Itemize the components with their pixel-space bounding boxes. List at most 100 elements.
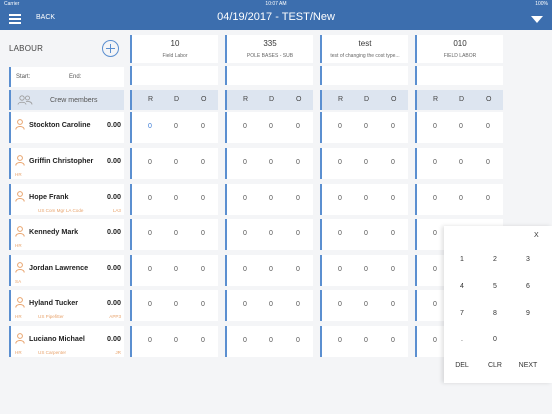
key-2[interactable]: 2 [483, 256, 507, 263]
hours-value[interactable]: 0 [391, 195, 395, 202]
hours-value[interactable]: 0 [433, 230, 437, 237]
hours-value[interactable]: 0 [174, 337, 178, 344]
hours-value[interactable]: 0 [433, 266, 437, 273]
hours-value[interactable]: 0 [338, 195, 342, 202]
hours-value[interactable]: 0 [364, 123, 368, 130]
close-keypad-button[interactable]: X [534, 232, 539, 239]
cost-code-card[interactable]: 10 Field Labor [130, 35, 218, 63]
hours-value[interactable]: 0 [243, 159, 247, 166]
key-9[interactable]: 9 [516, 310, 540, 317]
key-6[interactable]: 6 [516, 283, 540, 290]
hours-value[interactable]: 0 [459, 159, 463, 166]
hours-value[interactable]: 0 [148, 337, 152, 344]
hours-value[interactable]: 0 [338, 337, 342, 344]
hours-value[interactable]: 0 [338, 123, 342, 130]
hours-value[interactable]: 0 [459, 123, 463, 130]
date-range-field[interactable]: Start: End: [9, 67, 124, 87]
hours-value[interactable]: 0 [269, 123, 273, 130]
key-0[interactable]: 0 [483, 336, 507, 343]
crew-member-row[interactable]: Hope Frank 0.00 US Com Mgr LA Code LA3 [9, 184, 124, 215]
key-4[interactable]: 4 [450, 283, 474, 290]
hours-value[interactable]: 0 [243, 301, 247, 308]
cost-code-card[interactable]: 335 POLE BASES - SUB [225, 35, 313, 63]
hours-value[interactable]: 0 [391, 159, 395, 166]
hours-value[interactable]: 0 [269, 230, 273, 237]
crew-member-row[interactable]: Griffin Christopher 0.00 HR [9, 148, 124, 179]
add-crew-member-button[interactable] [102, 40, 119, 57]
hours-value[interactable]: 0 [486, 123, 490, 130]
hours-value[interactable]: 0 [269, 159, 273, 166]
hours-value[interactable]: 0 [174, 195, 178, 202]
hours-value[interactable]: 0 [338, 230, 342, 237]
hours-value[interactable]: 0 [269, 301, 273, 308]
hours-value[interactable]: 0 [364, 159, 368, 166]
hours-value[interactable]: 0 [338, 301, 342, 308]
next-key[interactable]: NEXT [516, 362, 540, 369]
key-7[interactable]: 7 [450, 310, 474, 317]
hours-value[interactable]: 0 [486, 195, 490, 202]
hours-value[interactable]: 0 [296, 337, 300, 344]
crew-member-row[interactable]: Stockton Caroline 0.00 [9, 112, 124, 143]
crew-member-row[interactable]: Kennedy Mark 0.00 HR [9, 219, 124, 250]
hours-value[interactable]: 0 [296, 301, 300, 308]
hours-value[interactable]: 0 [364, 337, 368, 344]
hours-value[interactable]: 0 [391, 301, 395, 308]
key-3[interactable]: 3 [516, 256, 540, 263]
hours-value[interactable]: 0 [148, 195, 152, 202]
hours-value[interactable]: 0 [243, 266, 247, 273]
hours-value[interactable]: 0 [433, 123, 437, 130]
hours-value[interactable]: 0 [269, 337, 273, 344]
hours-value[interactable]: 0 [338, 159, 342, 166]
hours-value[interactable]: 0 [433, 337, 437, 344]
chevron-down-icon[interactable] [531, 16, 543, 23]
hours-value[interactable]: 0 [296, 123, 300, 130]
hours-value[interactable]: 0 [243, 337, 247, 344]
back-button[interactable]: BACK [36, 14, 55, 21]
hours-value[interactable]: 0 [201, 123, 205, 130]
hours-value[interactable]: 0 [486, 159, 490, 166]
hours-value[interactable]: 0 [269, 266, 273, 273]
hours-value[interactable]: 0 [391, 337, 395, 344]
hours-value[interactable]: 0 [391, 123, 395, 130]
hours-value[interactable]: 0 [148, 159, 152, 166]
hours-value[interactable]: 0 [364, 301, 368, 308]
hours-value[interactable]: 0 [459, 195, 463, 202]
hours-value[interactable]: 0 [391, 230, 395, 237]
delete-key[interactable]: DEL [450, 362, 474, 369]
key-1[interactable]: 1 [450, 256, 474, 263]
hours-value[interactable]: 0 [364, 230, 368, 237]
hours-value[interactable]: 0 [148, 301, 152, 308]
cost-code-card[interactable]: 010 FIELD LABOR [415, 35, 503, 63]
crew-member-row[interactable]: Hyland Tucker 0.00 HR US Pipefitter APP3 [9, 290, 124, 321]
key-decimal[interactable]: . [450, 336, 474, 343]
hours-value[interactable]: 0 [391, 266, 395, 273]
hours-value[interactable]: 0 [296, 266, 300, 273]
hours-value[interactable]: 0 [296, 230, 300, 237]
crew-member-row[interactable]: Jordan Lawrence 0.00 SA [9, 255, 124, 286]
crew-member-row[interactable]: Luciano Michael 0.00 HR US Carpenter JR [9, 326, 124, 357]
clear-key[interactable]: CLR [483, 362, 507, 369]
hours-value[interactable]: 0 [148, 266, 152, 273]
hours-value[interactable]: 0 [433, 301, 437, 308]
hours-value[interactable]: 0 [174, 230, 178, 237]
hours-value[interactable]: 0 [148, 123, 152, 130]
key-8[interactable]: 8 [483, 310, 507, 317]
hours-value[interactable]: 0 [201, 337, 205, 344]
hours-value[interactable]: 0 [201, 159, 205, 166]
menu-icon[interactable] [9, 14, 21, 24]
hours-value[interactable]: 0 [201, 266, 205, 273]
hours-value[interactable]: 0 [201, 195, 205, 202]
hours-value[interactable]: 0 [174, 123, 178, 130]
hours-value[interactable]: 0 [243, 123, 247, 130]
cost-code-card[interactable]: test test of changing the cost type... [320, 35, 408, 63]
hours-value[interactable]: 0 [364, 266, 368, 273]
hours-value[interactable]: 0 [174, 159, 178, 166]
hours-value[interactable]: 0 [243, 230, 247, 237]
key-5[interactable]: 5 [483, 283, 507, 290]
hours-value[interactable]: 0 [364, 195, 368, 202]
hours-value[interactable]: 0 [243, 195, 247, 202]
hours-value[interactable]: 0 [148, 230, 152, 237]
hours-value[interactable]: 0 [338, 266, 342, 273]
hours-value[interactable]: 0 [269, 195, 273, 202]
hours-value[interactable]: 0 [296, 159, 300, 166]
